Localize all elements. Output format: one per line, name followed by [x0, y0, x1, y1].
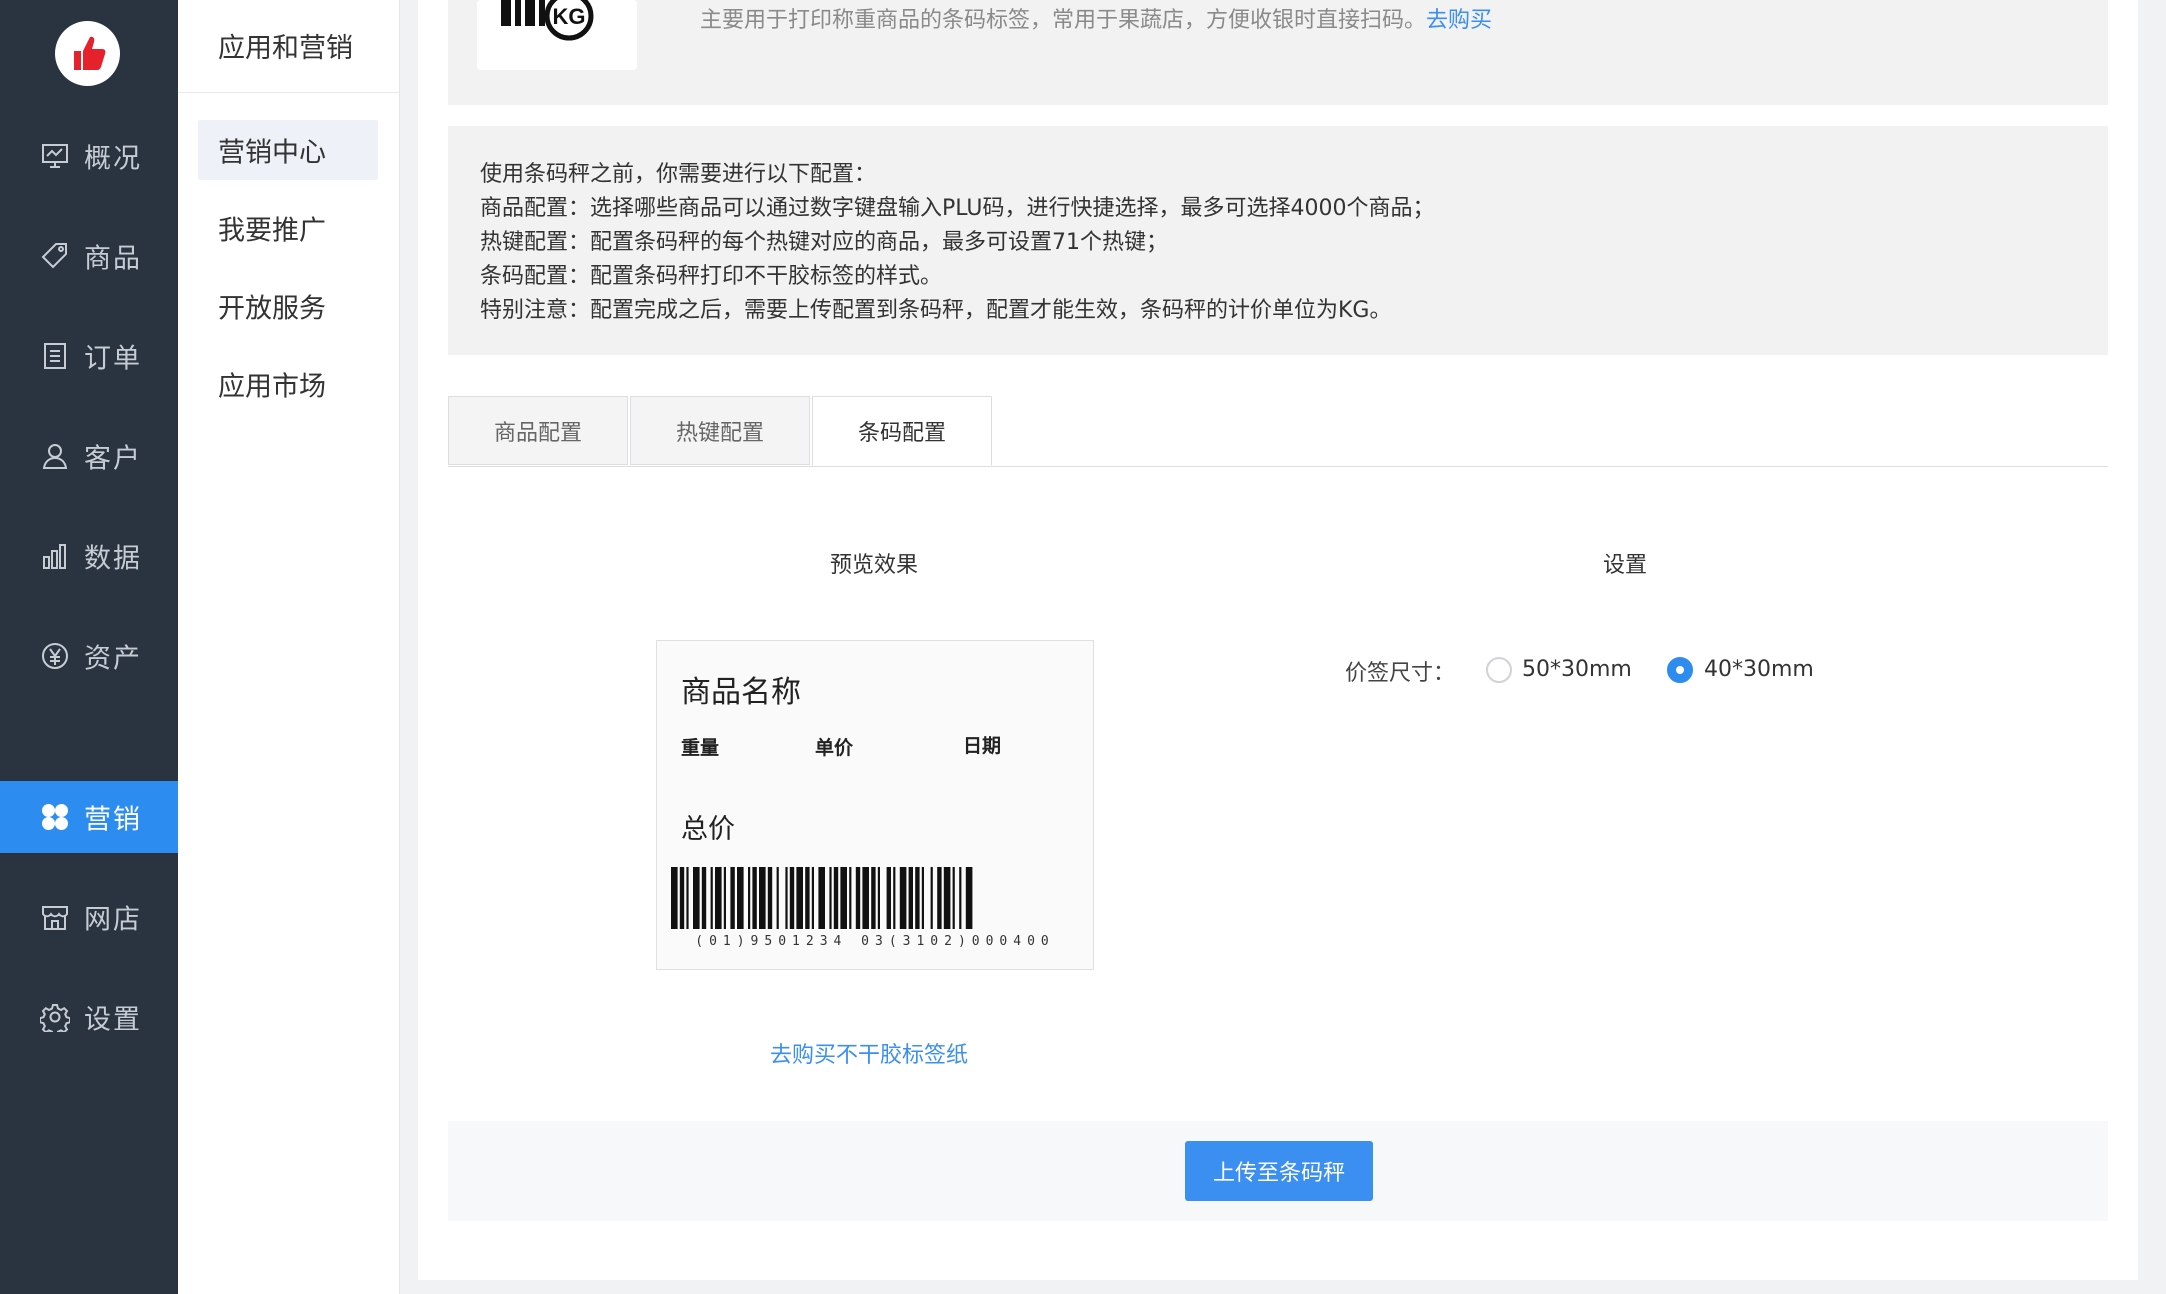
info-line: 条码配置：配置条码秤打印不干胶标签的样式。 [480, 264, 943, 289]
product-intro-box: KG 主要用于打印称重商品的条码标签，常用于果蔬店，方便收银时直接扫码。去购买 [448, 0, 2108, 105]
label-product-name: 商品名称 [681, 675, 801, 710]
nav-item-marketing[interactable]: 营销 [0, 781, 178, 853]
svg-text:KG: KG [553, 4, 586, 29]
nav-label: 设置 [84, 1004, 142, 1036]
marketing-icon [42, 804, 68, 830]
subnav-item-label: 开放服务 [218, 293, 326, 325]
tab-barcode-config[interactable]: 条码配置 [812, 396, 992, 466]
config-tabs: 商品配置 热键配置 条码配置 [448, 396, 2108, 467]
nav-label: 商品 [84, 243, 142, 275]
size-label: 价签尺寸： [1345, 661, 1456, 686]
barcode-text: (01)9501234 03(3102)000400 [695, 934, 1055, 949]
config-info-box: 使用条码秤之前，你需要进行以下配置： 商品配置：选择哪些商品可以通过数字键盘输入… [448, 126, 2108, 355]
app-logo[interactable] [55, 21, 120, 86]
nav-item-products[interactable]: 商品 [0, 220, 178, 292]
nav-label: 资产 [84, 643, 142, 675]
thumbs-up-icon [74, 36, 106, 70]
secondary-sidebar: 应用和营销 营销中心 我要推广 开放服务 应用市场 [178, 0, 400, 1294]
subnav-divider [178, 92, 399, 93]
nav-label: 订单 [84, 343, 142, 375]
tab-label: 条码配置 [857, 421, 946, 446]
main-sidebar: 概况 商品 订单 客户 数据 资产 营销 网店 设置 [0, 0, 178, 1294]
subnav-title: 应用和营销 [218, 33, 353, 64]
nav-item-store[interactable]: 网店 [0, 881, 178, 953]
label-unit-price: 单价 [815, 737, 854, 759]
label-date: 日期 [963, 735, 1002, 757]
tab-product-config[interactable]: 商品配置 [448, 396, 628, 465]
subnav-item-app-market[interactable]: 应用市场 [198, 354, 378, 414]
nav-item-orders[interactable]: 订单 [0, 320, 178, 392]
scrollbar[interactable] [2150, 0, 2166, 1294]
nav-label: 概况 [84, 143, 142, 175]
subnav-item-label: 我要推广 [218, 215, 326, 247]
order-icon [44, 343, 66, 369]
subnav-item-label: 应用市场 [218, 371, 326, 403]
info-line: 热键配置：配置条码秤的每个热键对应的商品，最多可设置71个热键； [480, 230, 1168, 255]
info-line: 特别注意：配置完成之后，需要上传配置到条码秤，配置才能生效，条码秤的计价单位为K… [480, 298, 1392, 323]
buy-link[interactable]: 去购买 [1426, 8, 1492, 33]
main-content: KG 主要用于打印称重商品的条码标签，常用于果蔬店，方便收银时直接扫码。去购买 … [418, 0, 2138, 1280]
product-image: KG [477, 0, 637, 70]
tag-icon [41, 243, 67, 269]
nav-label: 客户 [84, 443, 142, 475]
radio-label-50x30[interactable]: 50*30mm [1522, 657, 1632, 682]
product-description: 主要用于打印称重商品的条码标签，常用于果蔬店，方便收银时直接扫码。去购买 [700, 2, 1492, 34]
buy-label-paper-link[interactable]: 去购买不干胶标签纸 [770, 1037, 968, 1069]
subnav-item-open-service[interactable]: 开放服务 [198, 276, 378, 336]
user-icon [42, 444, 68, 469]
chart-icon [43, 544, 66, 569]
label-weight: 重量 [681, 737, 720, 759]
settings-heading: 设置 [1603, 553, 1648, 578]
subnav-item-marketing-center[interactable]: 营销中心 [198, 120, 378, 180]
radio-50x30[interactable] [1486, 657, 1512, 683]
overview-icon [42, 144, 68, 168]
radio-40x30[interactable] [1667, 657, 1693, 683]
barcode-image [671, 867, 973, 929]
nav-item-settings[interactable]: 设置 [0, 981, 178, 1053]
radio-label-40x30[interactable]: 40*30mm [1704, 657, 1814, 682]
nav-label: 数据 [84, 543, 142, 575]
label-total: 总价 [681, 814, 735, 845]
gear-icon [40, 1004, 70, 1032]
nav-item-overview[interactable]: 概况 [0, 120, 178, 192]
preview-heading: 预览效果 [830, 553, 919, 578]
info-line: 商品配置：选择哪些商品可以通过数字键盘输入PLU码，进行快捷选择，最多可选择40… [480, 196, 1435, 221]
action-bar: 上传至条码秤 [448, 1121, 2108, 1221]
nav-item-data[interactable]: 数据 [0, 520, 178, 592]
store-icon [42, 906, 68, 930]
subnav-item-label: 营销中心 [218, 137, 326, 169]
tab-label: 热键配置 [675, 420, 764, 446]
upload-to-scale-button[interactable]: 上传至条码秤 [1185, 1141, 1373, 1201]
nav-item-assets[interactable]: 资产 [0, 620, 178, 692]
nav-item-customers[interactable]: 客户 [0, 420, 178, 492]
tab-hotkey-config[interactable]: 热键配置 [630, 396, 810, 465]
tab-label: 商品配置 [493, 420, 582, 446]
label-preview: 商品名称 重量 单价 日期 总价 (01)9501234 03(3102)000… [656, 640, 1094, 970]
description-text: 主要用于打印称重商品的条码标签，常用于果蔬店，方便收银时直接扫码。 [700, 8, 1427, 33]
nav-label: 网店 [84, 904, 142, 936]
nav-label: 营销 [84, 804, 142, 836]
info-line: 使用条码秤之前，你需要进行以下配置： [480, 162, 877, 187]
subnav-item-promotion[interactable]: 我要推广 [198, 198, 378, 258]
kg-scale-icon: KG [501, 0, 594, 41]
yen-icon [42, 643, 68, 669]
